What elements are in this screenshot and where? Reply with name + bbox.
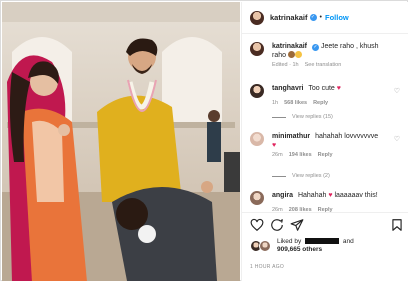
view-replies-text[interactable]: View replies (2) — [292, 173, 330, 179]
post-timestamp: 1 HOUR AGO — [250, 264, 285, 270]
comment-text-continued: laaaaaav this! — [334, 192, 378, 199]
comment-username[interactable]: angira — [272, 192, 293, 199]
see-translation-link[interactable]: See translation — [305, 62, 342, 68]
caption-avatar[interactable] — [250, 42, 264, 56]
comment-bubble-icon[interactable] — [270, 218, 284, 232]
commenter-avatar[interactable] — [250, 132, 264, 146]
caption-text-block: katrinakaif ✓ Jeete raho , khush raho — [272, 42, 390, 60]
comment: angira Hahahah ♥ laaaaaav this! 26m 208 … — [250, 191, 402, 213]
caption-username[interactable]: katrinakaif — [272, 43, 307, 50]
comment: minimathur hahahah lovvvvvvve ♥ 26m 194 … — [250, 132, 402, 158]
commenter-avatar[interactable] — [250, 191, 264, 205]
comment-text: Too cute — [308, 85, 335, 92]
liked-and-label: and — [342, 238, 354, 245]
comment: tanghavri Too cute ♥ 1h 568 likes Reply … — [250, 84, 402, 106]
comment-text: hahahah lovvvvvvve — [315, 133, 379, 140]
comment-time: 1h — [272, 100, 279, 106]
smile-emoji-icon — [294, 51, 302, 58]
reply-button[interactable]: Reply — [318, 152, 333, 158]
view-replies-button[interactable]: View replies (15) — [272, 114, 333, 120]
commenter-avatar[interactable] — [250, 84, 264, 98]
comment-meta: 26m 194 likes Reply — [272, 152, 402, 158]
view-replies-text[interactable]: View replies (15) — [292, 114, 333, 120]
share-paper-plane-icon[interactable] — [290, 218, 304, 232]
caption-meta: Edited · 1h See translation — [272, 62, 402, 68]
like-heart-icon[interactable] — [250, 218, 264, 232]
post-photo[interactable] — [2, 2, 240, 281]
red-heart-emoji-icon: ♥ — [336, 85, 341, 92]
red-heart-emoji-icon: ♥ — [328, 192, 333, 199]
comment-time: 26m — [272, 152, 283, 158]
likes-count-link[interactable]: 909,665 others — [277, 246, 322, 253]
redacted-username[interactable] — [305, 238, 340, 244]
verified-badge-icon: ✓ — [309, 14, 317, 21]
liked-by-label: Liked by — [277, 238, 302, 245]
folded-hands-emoji-icon — [287, 51, 295, 58]
post-side-panel: katrinakaif ✓ • Follow katrinakaif ✓ Jeet… — [241, 2, 408, 281]
post-header: katrinakaif ✓ • Follow — [242, 2, 408, 34]
reply-button[interactable]: Reply — [313, 100, 328, 106]
caption-time: Edited · 1h — [272, 62, 299, 68]
verified-badge-icon: ✓ — [312, 44, 320, 51]
red-heart-emoji-icon: ♥ — [272, 142, 277, 149]
follow-button[interactable]: Follow — [325, 13, 349, 22]
instagram-post-frame: katrinakaif ✓ • Follow katrinakaif ✓ Jeet… — [0, 0, 408, 281]
replies-line — [272, 116, 286, 118]
action-bar — [242, 212, 408, 236]
like-comment-heart-icon[interactable]: ♡ — [394, 87, 400, 95]
separator-dot: • — [319, 14, 322, 21]
comment-username[interactable]: tanghavri — [272, 85, 304, 92]
liker-avatar — [259, 240, 271, 252]
comment-likes[interactable]: 568 likes — [284, 100, 307, 106]
wedding-photo-illustration — [2, 2, 240, 281]
comment-text: Hahahah — [297, 192, 327, 199]
comment-username[interactable]: minimathur — [272, 133, 310, 140]
author-username[interactable]: katrinakaif — [270, 13, 308, 22]
author-avatar[interactable] — [250, 10, 264, 25]
like-comment-heart-icon[interactable]: ♡ — [394, 135, 400, 143]
replies-line — [272, 175, 286, 177]
save-bookmark-icon[interactable] — [390, 218, 404, 232]
caption: katrinakaif ✓ Jeete raho , khush raho Edi… — [250, 42, 402, 68]
likes-summary: Liked by and 909,665 others — [250, 238, 354, 254]
comment-likes[interactable]: 194 likes — [289, 152, 312, 158]
comment-meta: 1h 568 likes Reply — [272, 100, 402, 106]
view-replies-button[interactable]: View replies (2) — [272, 173, 330, 179]
